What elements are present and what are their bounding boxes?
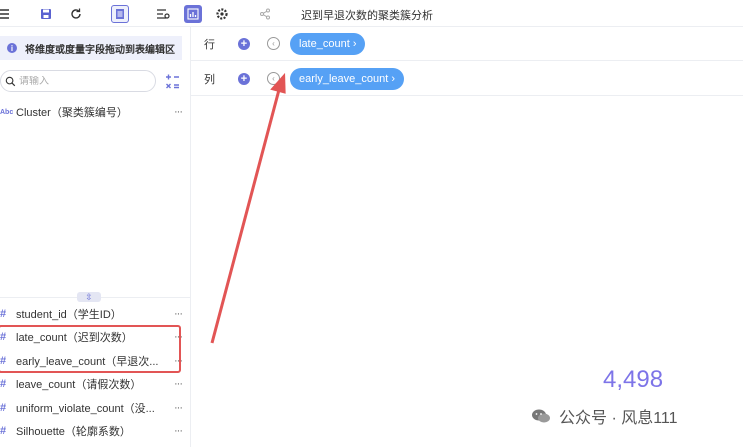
calculated-field-icon[interactable] (164, 73, 181, 90)
field-name: student_id（学生ID） (16, 309, 122, 321)
add-row-button[interactable]: + (238, 37, 250, 50)
measure-field[interactable]: # Silhouette（轮廓系数） ··· (0, 421, 188, 441)
rows-shelf[interactable]: 行 + ‹ late_count › (191, 27, 743, 61)
more-icon[interactable]: ··· (168, 425, 183, 437)
refresh-icon[interactable] (67, 5, 85, 23)
number-type-icon: # (0, 402, 7, 414)
number-type-icon: # (0, 425, 7, 437)
rows-label: 行 (204, 38, 215, 51)
row-field-pill[interactable]: late_count › (290, 32, 366, 55)
more-icon[interactable]: ··· (168, 106, 183, 118)
more-icon[interactable]: ··· (168, 378, 183, 390)
field-name: uniform_violate_count（没... (16, 403, 155, 415)
sort-icon[interactable]: ‹ (267, 37, 280, 50)
more-icon[interactable]: ··· (168, 308, 183, 320)
result-value: 4,498 (603, 366, 664, 393)
document-icon[interactable] (111, 5, 129, 23)
columns-label: 列 (204, 73, 215, 86)
menu-icon[interactable] (0, 5, 12, 23)
field-name: Silhouette（轮廓系数） (16, 426, 131, 438)
filter-settings-icon[interactable] (154, 5, 172, 23)
more-icon[interactable]: ··· (168, 402, 183, 414)
sort-icon[interactable]: ‹ (267, 72, 280, 85)
measure-field[interactable]: # uniform_violate_count（没... ··· (0, 398, 188, 418)
dimension-field[interactable]: Abc Cluster（聚类簇编号） ··· (0, 102, 188, 122)
save-icon[interactable] (37, 5, 55, 23)
number-type-icon: # (0, 378, 7, 390)
search-icon (5, 76, 16, 86)
field-name: leave_count（请假次数） (16, 379, 142, 391)
info-icon: i (7, 43, 17, 53)
field-panel: i 将维度或度量字段拖动到表编辑区 Abc Cluster（聚类簇编号） ···… (0, 27, 191, 447)
sheet-title: 迟到早退次数的聚类簇分析 (301, 10, 433, 22)
gear-icon[interactable] (213, 5, 231, 23)
field-search[interactable] (0, 70, 156, 92)
columns-shelf[interactable]: 列 + ‹ early_leave_count › (191, 62, 743, 96)
toolbar: 迟到早退次数的聚类簇分析 (0, 0, 743, 27)
number-type-icon: # (0, 308, 7, 320)
column-field-pill[interactable]: early_leave_count › (290, 67, 405, 90)
wechat-icon (532, 409, 550, 423)
search-input[interactable] (19, 75, 139, 87)
watermark: 公众号 · 风息111 (531, 404, 678, 428)
add-column-button[interactable]: + (238, 72, 250, 85)
watermark-text: 公众号 · 风息111 (559, 410, 678, 427)
field-name: Cluster（聚类簇编号） (16, 107, 128, 119)
highlight-box (0, 325, 181, 373)
measure-field[interactable]: # leave_count（请假次数） ··· (0, 374, 188, 394)
measure-field[interactable]: # student_id（学生ID） ··· (0, 304, 188, 324)
text-type-icon: Abc (0, 108, 14, 116)
chart-icon[interactable] (184, 5, 202, 23)
resize-handle[interactable]: ⇳ (77, 292, 101, 302)
share-icon[interactable] (256, 5, 274, 23)
drag-hint: i 将维度或度量字段拖动到表编辑区 (0, 36, 182, 60)
drag-hint-text: 将维度或度量字段拖动到表编辑区 (25, 44, 175, 56)
